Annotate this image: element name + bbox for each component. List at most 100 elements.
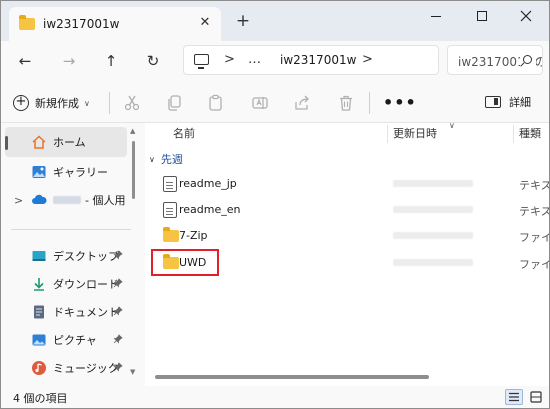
sidebar-item-label: ピクチャ xyxy=(53,334,97,347)
address-chevron[interactable]: > xyxy=(224,52,235,67)
details-pane-icon xyxy=(485,96,501,108)
more-options-button[interactable]: ••• xyxy=(383,93,417,112)
minimize-icon xyxy=(431,15,441,17)
group-label: 先週 xyxy=(160,153,183,166)
tiles-view-button[interactable] xyxy=(527,389,545,405)
paste-button[interactable] xyxy=(207,94,225,112)
sidebar-item-music[interactable]: ミュージック xyxy=(5,353,127,383)
address-bar[interactable]: > … iw2317001w > xyxy=(183,45,439,75)
sidebar-item-label: デスクトップ xyxy=(53,250,119,263)
forward-button[interactable]: → xyxy=(59,51,79,71)
sidebar-scrollbar[interactable] xyxy=(132,141,135,199)
redacted-account-name xyxy=(53,196,81,204)
delete-button[interactable] xyxy=(337,94,355,112)
share-button[interactable] xyxy=(293,94,311,112)
navigation-pane: ▲ ホーム ギャラリー > - 個人用 デスクトップ ダウンロード ドキュメント… xyxy=(1,123,139,386)
cut-button[interactable] xyxy=(123,94,141,112)
details-pane-button[interactable]: 詳細 xyxy=(485,94,531,110)
copy-button[interactable] xyxy=(165,94,183,112)
file-explorer-window: iw2317001w ✕ + ← → ↑ ↻ > … iw2317001w > … xyxy=(0,0,550,409)
pin-icon xyxy=(113,278,123,291)
documents-icon xyxy=(31,304,47,320)
pictures-icon xyxy=(31,332,47,348)
sidebar-item-label: ギャラリー xyxy=(53,166,108,179)
new-button[interactable]: + 新規作成 ∨ xyxy=(13,92,90,114)
tab-close-button[interactable]: ✕ xyxy=(197,15,213,31)
paste-icon xyxy=(209,94,222,111)
sidebar-item-downloads[interactable]: ダウンロード xyxy=(5,269,127,299)
download-icon xyxy=(31,276,47,292)
sidebar-item-label: - 個人用 xyxy=(85,194,126,207)
folder-icon xyxy=(19,15,35,30)
tab-iw2317001w[interactable]: iw2317001w ✕ xyxy=(9,7,221,41)
new-tab-button[interactable]: + xyxy=(233,11,253,31)
file-type: ファイル xyxy=(519,258,549,271)
sidebar-item-label: ドキュメント xyxy=(53,306,119,319)
redacted-date xyxy=(393,259,473,266)
breadcrumb-iw2317001w[interactable]: iw2317001w xyxy=(280,53,356,67)
pin-icon xyxy=(113,250,123,263)
file-name: 7-Zip xyxy=(179,229,208,242)
sidebar-item-home[interactable]: ホーム xyxy=(5,127,127,157)
cut-icon xyxy=(124,95,140,111)
copy-icon xyxy=(168,95,181,111)
column-header-modified[interactable]: 更新日時 xyxy=(393,123,437,145)
title-bar: iw2317001w ✕ + xyxy=(1,1,549,41)
gallery-icon xyxy=(31,164,47,180)
text-file-icon xyxy=(163,176,177,192)
column-divider[interactable] xyxy=(513,125,514,143)
sidebar-item-desktop[interactable]: デスクトップ xyxy=(5,241,127,271)
scroll-down-arrow[interactable]: ▼ xyxy=(130,368,135,376)
column-header-name[interactable]: 名前 xyxy=(173,123,195,145)
pin-icon xyxy=(113,362,123,375)
table-row[interactable]: readme_jp テキスト xyxy=(145,171,549,197)
scroll-up-arrow[interactable]: ▲ xyxy=(130,127,135,135)
divider xyxy=(109,92,110,114)
list-view-icon xyxy=(509,392,519,402)
sidebar-item-label: ホーム xyxy=(53,136,86,149)
trash-icon xyxy=(340,95,352,111)
horizontal-scrollbar[interactable] xyxy=(155,375,429,379)
expand-chevron[interactable]: > xyxy=(14,194,23,207)
search-input[interactable]: iw2317001wの検索 xyxy=(447,45,543,75)
this-pc-icon xyxy=(194,54,209,69)
chevron-down-icon: ∨ xyxy=(84,98,90,108)
column-divider[interactable] xyxy=(387,125,388,143)
status-bar: 4 個の項目 xyxy=(1,386,549,408)
redacted-date xyxy=(393,206,473,213)
onedrive-cloud-icon xyxy=(31,192,47,208)
close-icon xyxy=(520,10,532,22)
search-icon xyxy=(520,54,536,70)
refresh-button[interactable]: ↻ xyxy=(143,51,163,71)
column-header-type[interactable]: 種類 xyxy=(519,123,541,145)
table-row[interactable]: readme_en テキスト xyxy=(145,197,549,223)
back-button[interactable]: ← xyxy=(15,51,35,71)
sidebar-item-documents[interactable]: ドキュメント xyxy=(5,297,127,327)
redacted-date xyxy=(393,232,473,239)
details-view-button[interactable] xyxy=(505,389,523,405)
maximize-button[interactable] xyxy=(459,1,505,31)
sidebar-item-onedrive[interactable]: > - 個人用 xyxy=(5,185,127,215)
navigation-bar: ← → ↑ ↻ > … iw2317001w > iw2317001wの検索 xyxy=(1,41,549,81)
file-list: 名前 ∨ 更新日時 種類 ∨ 先週 readme_jp テキスト readme_… xyxy=(145,121,549,386)
highlight-box xyxy=(151,249,219,276)
close-window-button[interactable] xyxy=(503,1,549,31)
file-type: ファイル xyxy=(519,231,549,244)
collapse-chevron-icon: ∨ xyxy=(149,154,155,164)
pin-icon xyxy=(113,334,123,347)
file-name: readme_en xyxy=(179,203,241,216)
redacted-date xyxy=(393,180,473,187)
sidebar-item-pictures[interactable]: ピクチャ xyxy=(5,325,127,355)
folder-icon xyxy=(163,227,179,242)
up-button[interactable]: ↑ xyxy=(101,51,121,71)
minimize-button[interactable] xyxy=(413,1,459,31)
address-overflow[interactable]: … xyxy=(248,52,262,67)
rename-button[interactable] xyxy=(251,94,269,112)
address-trailing-chevron[interactable]: > xyxy=(362,52,373,67)
sidebar-item-gallery[interactable]: ギャラリー xyxy=(5,157,127,187)
group-header-last-week[interactable]: ∨ 先週 xyxy=(149,151,183,167)
table-row[interactable]: 7-Zip ファイル xyxy=(145,223,549,249)
maximize-icon xyxy=(477,11,487,21)
sidebar-item-label: ダウンロード xyxy=(53,278,119,291)
file-type: テキスト xyxy=(519,179,549,192)
